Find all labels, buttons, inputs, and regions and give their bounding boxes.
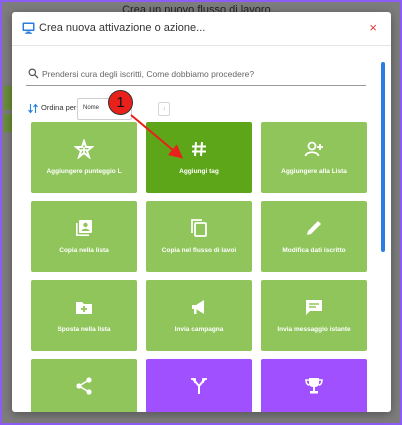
search-field bbox=[26, 64, 366, 86]
action-card[interactable] bbox=[31, 359, 137, 412]
hashtag-icon bbox=[192, 141, 206, 157]
action-card[interactable]: Aggiungere punteggio L bbox=[31, 122, 137, 193]
sort-label: Ordina per bbox=[41, 103, 77, 112]
folder-plus-icon bbox=[76, 302, 92, 314]
share-icon bbox=[76, 377, 92, 395]
action-card[interactable]: Modifica dati iscritto bbox=[261, 201, 367, 272]
action-card-label: Copia nella lista bbox=[59, 247, 109, 254]
megaphone-icon bbox=[192, 300, 204, 314]
action-card-label: Modifica dati iscritto bbox=[282, 247, 346, 254]
action-card[interactable]: Aggiungere alla Lista bbox=[261, 122, 367, 193]
trophy-icon bbox=[305, 378, 323, 394]
action-card[interactable]: Sposta nella lista bbox=[31, 280, 137, 351]
action-card[interactable] bbox=[146, 359, 252, 412]
create-activation-modal: Crea nuova attivazione o azione... × Ord… bbox=[12, 12, 391, 412]
person-add-icon bbox=[304, 141, 323, 157]
monitor-icon bbox=[22, 22, 35, 34]
action-card-label: Aggiungere punteggio L bbox=[46, 168, 122, 175]
sort-icon bbox=[28, 103, 38, 114]
action-card-label: Invia messaggio istante bbox=[277, 326, 351, 333]
modal-header: Crea nuova attivazione o azione... × bbox=[12, 12, 391, 46]
action-card-label: Aggiungere alla Lista bbox=[281, 168, 347, 175]
action-card-label: Sposta nella lista bbox=[57, 326, 111, 333]
action-card[interactable]: Aggiungi tag bbox=[146, 122, 252, 193]
action-card-label: Aggiungi tag bbox=[179, 168, 219, 175]
close-button[interactable]: × bbox=[369, 20, 377, 36]
action-grid: Aggiungere punteggio L Aggiungi tag Aggiun… bbox=[31, 122, 367, 412]
contact-list-icon bbox=[76, 220, 92, 236]
copy-icon bbox=[191, 219, 207, 237]
search-input[interactable] bbox=[42, 66, 362, 82]
annotation-step-badge: 1 bbox=[108, 90, 133, 115]
split-icon bbox=[191, 378, 207, 394]
pencil-icon bbox=[307, 221, 321, 235]
action-card[interactable] bbox=[261, 359, 367, 412]
scrollbar-thumb[interactable] bbox=[381, 62, 385, 252]
search-icon bbox=[28, 68, 39, 79]
sort-direction-button[interactable]: ↓ bbox=[158, 102, 170, 116]
action-card-label: Invia campagna bbox=[174, 326, 224, 333]
action-card-label: Copia nel flusso di lavoi bbox=[161, 247, 237, 254]
action-card[interactable]: Copia nella lista bbox=[31, 201, 137, 272]
action-card[interactable]: Copia nel flusso di lavoi bbox=[146, 201, 252, 272]
star-plus-icon bbox=[74, 139, 94, 159]
modal-title: Crea nuova attivazione o azione... bbox=[39, 22, 206, 34]
action-card[interactable]: Invia messaggio istante bbox=[261, 280, 367, 351]
action-card[interactable]: Invia campagna bbox=[146, 280, 252, 351]
chat-icon bbox=[306, 300, 322, 315]
